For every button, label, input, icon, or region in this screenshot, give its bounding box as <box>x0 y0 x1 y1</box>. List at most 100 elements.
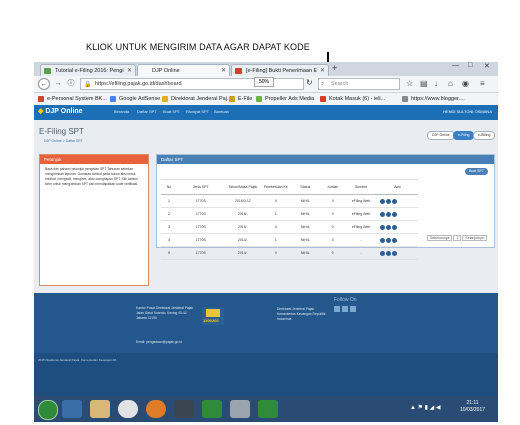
bookmark-item[interactable]: https://www.blogger.... <box>402 93 465 105</box>
pager-page[interactable]: 1 <box>453 235 462 241</box>
start-button-icon[interactable] <box>38 400 58 420</box>
bookmark-item[interactable]: Kotak Masuk (6) - ieli... <box>320 93 385 105</box>
app-taskbar-icon[interactable] <box>174 400 194 418</box>
table-row: 3 1770S 2016/- 0 NIHIL 0 eFiling Web <box>161 220 418 234</box>
maximize-icon[interactable]: □ <box>468 62 472 69</box>
pill-efiling[interactable]: e-Filing <box>453 131 475 140</box>
pill-ebilling[interactable]: e-Billing <box>473 131 496 140</box>
menu-daftar-spt[interactable]: Daftar SPT <box>137 109 157 114</box>
search-input[interactable]: ⌕ Search <box>318 78 400 90</box>
table-cell: 0 <box>320 220 346 234</box>
delete-icon[interactable] <box>392 250 397 256</box>
footer-link[interactable]: Indonesia <box>277 317 325 322</box>
url-text: https://efiling.pajak.go.id/dashboard <box>95 81 182 87</box>
windows-taskbar: ▲ ⚑ ▮ ◢ ◀ 21:11 10/03/2017 <box>34 396 498 422</box>
view-icon[interactable] <box>380 237 385 243</box>
tab-tutorial[interactable]: Tutorial e-Filing 2016: Pengi ✕ <box>40 64 136 76</box>
annotation-caption: KLIOK UNTUK MENGIRIM DATA AGAR DAPAT KOD… <box>86 42 310 52</box>
send-icon[interactable] <box>386 198 391 204</box>
delete-icon[interactable] <box>392 211 397 217</box>
facebook-icon[interactable] <box>334 306 340 312</box>
table-cell: 2014/- <box>224 246 262 260</box>
view-icon[interactable] <box>380 224 385 230</box>
delete-icon[interactable] <box>392 198 397 204</box>
table-cell: NIHIL <box>290 207 321 221</box>
bookmark-item[interactable]: Google AdSense <box>110 93 160 105</box>
table-cell: 0 <box>261 194 291 208</box>
camtasia-taskbar-icon[interactable] <box>202 400 222 418</box>
firefox-taskbar-icon[interactable] <box>146 400 166 418</box>
table-cell: 1770S <box>176 194 225 208</box>
reading-list-icon[interactable]: ▤ <box>420 79 428 88</box>
view-icon[interactable] <box>380 198 385 204</box>
table-cell: 1 <box>161 194 177 208</box>
home-icon[interactable]: ⌂ <box>448 79 453 88</box>
menu-bantuan[interactable]: Bantuan <box>214 109 229 114</box>
delete-icon[interactable] <box>392 237 397 243</box>
tab-label: DJP Online <box>152 68 180 74</box>
bookmark-item[interactable]: Direktorat Jenderal Paj... <box>162 93 232 105</box>
folder-taskbar-icon[interactable] <box>90 400 110 418</box>
pocket-icon[interactable]: ◉ <box>462 79 469 88</box>
follow-on-label: Follow On <box>334 297 357 303</box>
propeller-icon <box>256 96 262 102</box>
download-icon[interactable]: ↓ <box>434 79 438 88</box>
pager-prev[interactable]: Sebelumnya <box>427 235 453 241</box>
zoom-indicator[interactable]: 50% <box>254 77 274 87</box>
send-icon[interactable] <box>386 211 391 217</box>
bookmark-item[interactable]: e-Personal System BK... <box>38 93 107 105</box>
page-icon <box>402 96 408 102</box>
send-icon[interactable] <box>386 224 391 230</box>
menu-beranda[interactable]: Beranda <box>114 109 129 114</box>
bookmark-item[interactable]: E-File <box>229 93 252 105</box>
window-taskbar-icon[interactable] <box>230 400 250 418</box>
view-icon[interactable] <box>380 250 385 256</box>
create-spt-button[interactable]: Buat SPT <box>465 168 488 175</box>
close-tab-icon[interactable]: ✕ <box>221 65 226 76</box>
table-cell: 2016/- <box>224 207 262 221</box>
table-row: 1 1770S 2016/0-12 0 NIHIL 0 eFiling Web <box>161 194 418 208</box>
actions-cell <box>377 246 418 260</box>
close-tab-icon[interactable]: ✕ <box>127 65 132 76</box>
tab-efiling-bukti[interactable]: [e-Filing] Bukti Penerimaan E ✕ <box>231 64 329 76</box>
user-menu[interactable]: HENDI SULTONI OSMANA <box>443 109 492 114</box>
reload-icon[interactable]: ↻ <box>306 78 313 87</box>
send-icon[interactable] <box>386 237 391 243</box>
djp-logo[interactable]: ◆ DJP Online <box>38 107 83 115</box>
close-tab-icon[interactable]: ✕ <box>320 65 325 76</box>
bookmark-star-icon[interactable]: ☆ <box>406 79 413 88</box>
row-actions <box>378 224 417 230</box>
twitter-icon[interactable] <box>342 306 348 312</box>
footer-email[interactable]: Email: pengaduan@pajak.go.id <box>136 340 182 344</box>
table-cell: 1770S <box>176 220 225 234</box>
table-cell: 1770S <box>176 233 225 247</box>
footer-links: Direktorat Jenderal Pajak Kementerian Ke… <box>277 307 325 322</box>
forward-button[interactable]: → <box>52 78 64 90</box>
back-button[interactable]: ← <box>38 78 50 90</box>
youtube-icon[interactable] <box>350 306 356 312</box>
site-footer: Kantor Pusat Direktorat Jenderal Pajak J… <box>34 293 498 396</box>
col-header: Jenis SPT <box>176 179 225 195</box>
minimize-icon[interactable]: — <box>452 62 459 69</box>
new-tab-button[interactable]: + <box>332 63 337 73</box>
system-tray-icons[interactable]: ▲ ⚑ ▮ ◢ ◀ <box>410 404 441 411</box>
taskbar-clock[interactable]: 21:11 10/03/2017 <box>460 400 485 414</box>
excel-taskbar-icon[interactable] <box>258 400 278 418</box>
explorer-taskbar-icon[interactable] <box>62 400 82 418</box>
menu-buat-spt[interactable]: Buat SPT <box>163 109 180 114</box>
bookmark-item[interactable]: Propeller Ads Media <box>256 93 314 105</box>
table-row: 2 1770S 2016/- 1 NIHIL 0 eFiling Web <box>161 207 418 221</box>
tab-djp-online[interactable]: DJP Online ✕ <box>137 64 230 76</box>
send-icon[interactable] <box>386 250 391 256</box>
chrome-taskbar-icon[interactable] <box>118 400 138 418</box>
breadcrumb[interactable]: DJP Online > Daftar SPT <box>44 139 83 143</box>
close-window-icon[interactable]: ✕ <box>484 62 490 70</box>
menu-riwayat-spt[interactable]: Riwayat SPT <box>186 109 209 114</box>
delete-icon[interactable] <box>392 224 397 230</box>
menu-icon[interactable]: ≡ <box>480 79 485 88</box>
info-icon[interactable]: ⓘ <box>65 78 77 90</box>
tab-label: [e-Filing] Bukti Penerimaan E <box>246 68 318 74</box>
pill-djp-online[interactable]: DJP Online <box>427 131 455 140</box>
view-icon[interactable] <box>380 211 385 217</box>
pager-next[interactable]: Selanjutnya <box>462 235 487 241</box>
